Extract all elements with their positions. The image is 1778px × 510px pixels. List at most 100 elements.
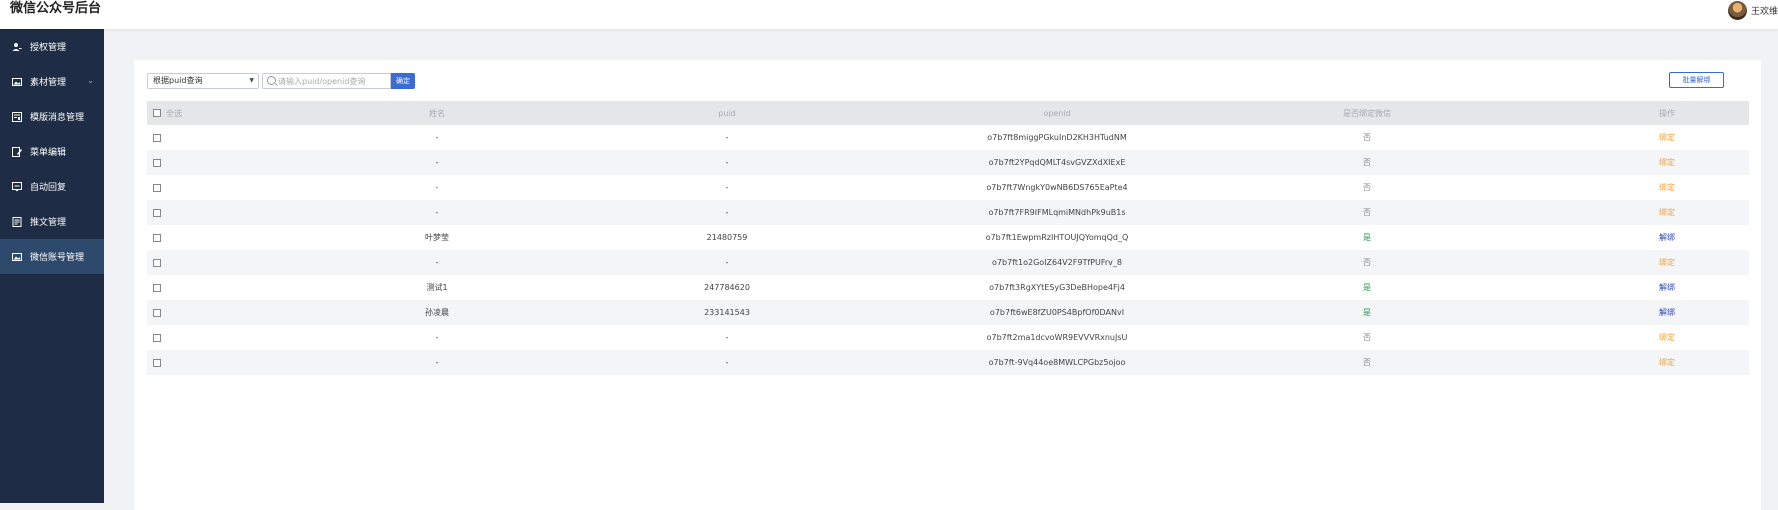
- cell-openid: o7b7ft1EwpmRzIHTOUJQYomqQd_Q: [985, 233, 1129, 242]
- top-bar: 微信公众号后台 王欢维: [0, 0, 1778, 29]
- bind-link[interactable]: 绑定: [1607, 125, 1727, 150]
- cell-name: -: [435, 358, 439, 367]
- sidebar-item-label: 模版消息管理: [30, 113, 85, 123]
- row-checkbox[interactable]: [153, 358, 161, 367]
- row-checkbox[interactable]: [153, 333, 161, 342]
- sidebar-item-label: 素材管理: [30, 78, 67, 88]
- row-checkbox[interactable]: [153, 183, 161, 192]
- search-box[interactable]: [262, 73, 391, 89]
- sidebar-item-materials[interactable]: 素材管理 ⌄: [0, 64, 104, 99]
- sidebar-item-articles[interactable]: 推文管理: [0, 204, 104, 239]
- cell-puid: -: [725, 258, 729, 267]
- sidebar-item-wechat-accounts[interactable]: 微信账号管理: [0, 239, 104, 274]
- sidebar-item-label: 菜单编辑: [30, 148, 67, 158]
- table-row: - - o7b7ft8miggPGkuInD2KH3HTudNM 否 绑定: [147, 125, 1749, 150]
- batch-unbind-button[interactable]: 批量解绑: [1669, 72, 1724, 88]
- row-select[interactable]: [153, 325, 213, 350]
- bind-link[interactable]: 绑定: [1607, 175, 1727, 200]
- row-checkbox[interactable]: [153, 308, 161, 317]
- table-row: - - o7b7ft7WngkY0wNB6DS765EaPte4 否 绑定: [147, 175, 1749, 200]
- row-select[interactable]: [153, 300, 213, 325]
- column-header-puid: puid: [718, 108, 736, 118]
- sidebar-item-label: 微信账号管理: [30, 253, 85, 263]
- unbind-link[interactable]: 解绑: [1607, 225, 1727, 250]
- cell-bound-status: 否: [1363, 183, 1371, 192]
- cell-name: 孙凌晨: [425, 308, 449, 317]
- sidebar-item-auth[interactable]: 授权管理: [0, 29, 104, 64]
- bind-link[interactable]: 绑定: [1607, 325, 1727, 350]
- cell-puid: -: [725, 133, 729, 142]
- row-select[interactable]: [153, 150, 213, 175]
- cell-bound-status: 是: [1363, 283, 1371, 292]
- bind-link[interactable]: 绑定: [1607, 250, 1727, 275]
- column-header-name: 姓名: [429, 108, 445, 118]
- row-checkbox[interactable]: [153, 258, 161, 267]
- cell-openid: o7b7ft7WngkY0wNB6DS765EaPte4: [986, 183, 1128, 192]
- row-select[interactable]: [153, 200, 213, 225]
- table-row: - - o7b7ft7FR9IFMLqmiMNdhPk9uB1s 否 绑定: [147, 200, 1749, 225]
- unbind-link[interactable]: 解绑: [1607, 275, 1727, 300]
- search-input[interactable]: [278, 74, 386, 88]
- row-select[interactable]: [153, 350, 213, 375]
- row-select[interactable]: [153, 175, 213, 200]
- row-select[interactable]: [153, 125, 213, 150]
- table-row: 孙凌晨 233141543 o7b7ft6wE8fZU0PS4BpfOf0DANvI…: [147, 300, 1749, 325]
- cell-name: -: [435, 183, 439, 192]
- sidebar-item-auto-reply[interactable]: 自动回复: [0, 169, 104, 204]
- table-row: - - o7b7ft1o2GoIZ64V2F9TfPUFrv_8 否 绑定: [147, 250, 1749, 275]
- select-all-label: 全选: [166, 108, 182, 118]
- template-icon: [12, 111, 22, 122]
- cell-openid: o7b7ft2YPqdQMLT4svGVZXdXIExE: [988, 158, 1126, 167]
- main-card: 根据puid查询 ▼ 确定 批量解绑 全选 姓名 puid openid 是否绑…: [134, 60, 1761, 510]
- article-icon: [12, 216, 22, 227]
- confirm-button[interactable]: 确定: [391, 73, 415, 89]
- cell-puid: 233141543: [704, 308, 750, 317]
- unbind-link[interactable]: 解绑: [1607, 300, 1727, 325]
- sidebar-item-template-messages[interactable]: 模版消息管理: [0, 99, 104, 134]
- avatar[interactable]: [1727, 0, 1747, 20]
- cell-openid: o7b7ft8miggPGkuInD2KH3HTudNM: [987, 133, 1127, 142]
- row-checkbox[interactable]: [153, 133, 161, 142]
- edit-icon: [12, 146, 22, 157]
- cell-openid: o7b7ft2ma1dcvoWR9EVVVRxnuJsU: [986, 333, 1128, 342]
- row-checkbox[interactable]: [153, 233, 161, 242]
- user-menu[interactable]: 王欢维: [1727, 0, 1778, 20]
- row-checkbox[interactable]: [153, 158, 161, 167]
- select-all[interactable]: 全选: [153, 101, 213, 125]
- cell-name: -: [435, 258, 439, 267]
- row-checkbox[interactable]: [153, 208, 161, 217]
- sidebar-item-label: 推文管理: [30, 218, 67, 228]
- column-header-openid: openid: [1043, 108, 1071, 118]
- chevron-down-icon[interactable]: ⌄: [87, 76, 94, 85]
- cell-openid: o7b7ft6wE8fZU0PS4BpfOf0DANvI: [989, 308, 1125, 317]
- cell-puid: -: [725, 208, 729, 217]
- app-title: 微信公众号后台: [10, 1, 102, 16]
- sidebar-item-menu-edit[interactable]: 菜单编辑: [0, 134, 104, 169]
- bind-link[interactable]: 绑定: [1607, 200, 1727, 225]
- user-name[interactable]: 王欢维: [1751, 4, 1778, 17]
- select-all-checkbox[interactable]: [153, 109, 161, 117]
- query-mode-select[interactable]: 根据puid查询 ▼: [147, 73, 259, 89]
- row-select[interactable]: [153, 225, 213, 250]
- row-checkbox[interactable]: [153, 283, 161, 292]
- row-select[interactable]: [153, 250, 213, 275]
- cell-bound-status: 否: [1363, 258, 1371, 267]
- user-key-icon: [12, 42, 22, 52]
- image-icon: [12, 77, 22, 87]
- cell-bound-status: 是: [1363, 308, 1371, 317]
- row-select[interactable]: [153, 275, 213, 300]
- column-header-bound: 是否绑定微信: [1343, 108, 1391, 118]
- cell-openid: o7b7ft7FR9IFMLqmiMNdhPk9uB1s: [988, 208, 1126, 217]
- cell-bound-status: 是: [1363, 233, 1371, 242]
- reply-icon: [12, 181, 22, 192]
- table-row: - - o7b7ft2YPqdQMLT4svGVZXdXIExE 否 绑定: [147, 150, 1749, 175]
- cell-puid: 247784620: [704, 283, 750, 292]
- table-body: - - o7b7ft8miggPGkuInD2KH3HTudNM 否绑定 - - o7b7f…: [147, 125, 1749, 375]
- bind-link[interactable]: 绑定: [1607, 150, 1727, 175]
- bind-link[interactable]: 绑定: [1607, 350, 1727, 375]
- table-row: - - o7b7ft2ma1dcvoWR9EVVVRxnuJsU 否 绑定: [147, 325, 1749, 350]
- cell-name: -: [435, 158, 439, 167]
- cell-puid: -: [725, 333, 729, 342]
- cell-puid: -: [725, 158, 729, 167]
- cell-openid: o7b7ft-9Vq44oe8MWLCPGbz5ojoo: [988, 358, 1126, 367]
